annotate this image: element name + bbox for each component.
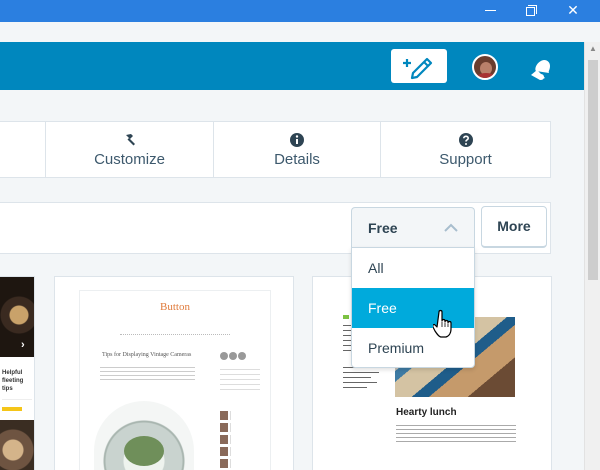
customize-label: Customize	[94, 151, 165, 168]
theme-preview-text: Helpful fleeting tips	[2, 370, 24, 392]
details-button[interactable]: Details	[213, 122, 380, 177]
support-button[interactable]: Support	[380, 122, 550, 177]
restore-icon[interactable]	[510, 0, 550, 22]
window-titlebar: ✕	[0, 0, 600, 22]
help-icon	[458, 133, 473, 147]
theme-card[interactable]: › Helpful fleeting tips	[0, 276, 35, 470]
filter-options: All Free Premium	[351, 247, 475, 368]
theme-preview-image	[0, 420, 34, 470]
more-button[interactable]: More	[481, 206, 547, 248]
minimize-icon[interactable]	[470, 0, 510, 22]
theme-preview-post-title: Tips for Displaying Vintage Cameras	[102, 352, 192, 358]
support-label: Support	[439, 151, 492, 168]
theme-preview-post-title: Hearty lunch	[396, 407, 457, 418]
user-avatar[interactable]	[472, 54, 498, 80]
details-label: Details	[274, 151, 320, 168]
theme-preview-brand: Button	[160, 301, 190, 313]
vertical-scrollbar[interactable]: ▲	[584, 42, 600, 470]
filter-select[interactable]: Free	[351, 207, 475, 247]
close-icon[interactable]: ✕	[553, 0, 593, 22]
theme-action-bar: Customize Details Support	[0, 121, 551, 178]
theme-preview: Button Tips for Displaying Vintage Camer…	[80, 291, 270, 470]
scroll-thumb[interactable]	[588, 60, 598, 280]
info-icon	[290, 133, 304, 147]
theme-preview-image	[0, 277, 34, 357]
scroll-up-icon[interactable]: ▲	[589, 44, 597, 53]
hammer-icon	[125, 134, 135, 146]
write-post-button[interactable]	[391, 49, 447, 83]
chevron-right-icon[interactable]: ›	[21, 339, 25, 351]
customize-button[interactable]: Customize	[45, 122, 213, 177]
hand-cursor-icon	[433, 309, 452, 338]
theme-card[interactable]: Button Tips for Displaying Vintage Camer…	[54, 276, 294, 470]
filter-option-all[interactable]: All	[352, 248, 474, 288]
filter-option-premium[interactable]: Premium	[352, 328, 474, 368]
write-post-icon	[403, 57, 433, 80]
chevron-up-icon	[444, 223, 458, 232]
theme-preview-image	[94, 401, 194, 470]
notifications-bell-icon[interactable]	[527, 53, 557, 81]
filter-selected-value: Free	[368, 220, 398, 236]
filter-option-free[interactable]: Free	[352, 288, 474, 328]
